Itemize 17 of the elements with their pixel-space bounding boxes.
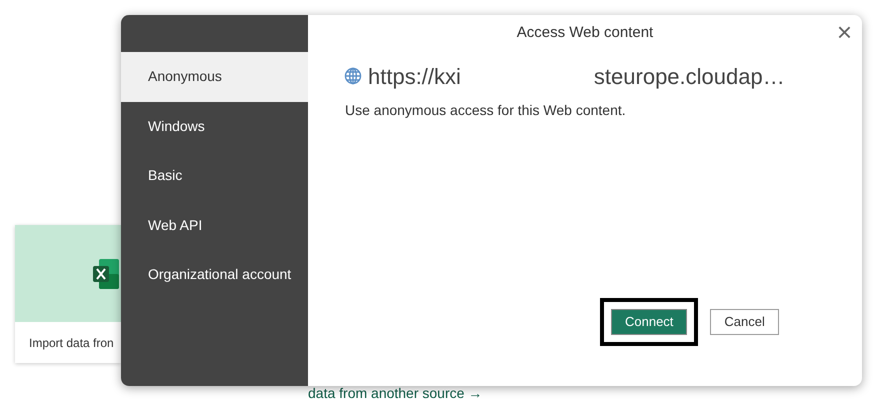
close-button[interactable]: × [836,19,852,45]
auth-method-item[interactable]: Basic [121,151,308,200]
auth-method-item[interactable]: Anonymous [121,52,308,102]
url-text: steurope.cloudap… [594,62,785,91]
spreadsheet-icon [93,258,119,288]
auth-method-item[interactable]: Windows [121,102,308,151]
url-text: https://kxi [368,62,461,91]
other-source-link[interactable]: data from another source → [308,386,482,401]
description-text: Use anonymous access for this Web content. [345,101,627,120]
import-card[interactable]: Import data fron [15,225,121,363]
globe-icon [344,67,362,85]
card-label: Import data fron [29,334,114,352]
dialog-title: Access Web content [516,22,654,43]
cancel-button[interactable]: Cancel [710,309,779,335]
connect-button[interactable]: Connect [611,309,688,335]
auth-method-item[interactable]: Organizational account [121,250,308,300]
auth-method-item[interactable]: Web API [121,200,308,250]
